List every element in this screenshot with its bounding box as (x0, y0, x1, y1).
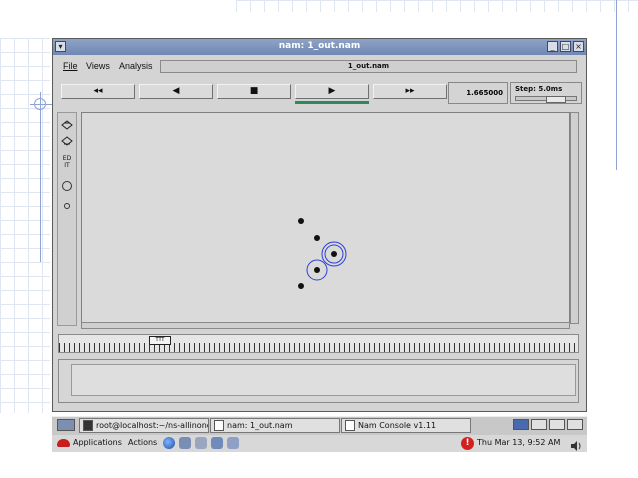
task-nam-label: nam: 1_out.nam (227, 421, 293, 430)
presentation-icon[interactable] (227, 437, 239, 449)
writer-icon[interactable] (195, 437, 207, 449)
menu-bar: File Views Analysis 1_out.nam (56, 58, 583, 75)
node-4[interactable] (298, 283, 304, 289)
node-3[interactable] (314, 267, 320, 273)
minimize-icon[interactable]: _ (547, 41, 558, 52)
workspace-2[interactable] (531, 419, 547, 430)
applications-menu[interactable]: Applications (73, 438, 122, 447)
vertical-scrollbar[interactable] (570, 112, 579, 324)
taskbar: root@localhost:~/ns-allinone- nam: 1_out… (52, 416, 587, 435)
node-0[interactable] (298, 218, 304, 224)
slide-line-left-vertical (40, 92, 41, 262)
terminal-icon (83, 420, 93, 431)
task-nam-window[interactable]: nam: 1_out.nam (210, 418, 340, 433)
small-circle-tool-icon[interactable] (60, 199, 74, 214)
menu-analysis[interactable]: Analysis (119, 61, 153, 71)
stop-button[interactable]: ■ (217, 84, 291, 99)
show-desktop-icon[interactable] (57, 419, 75, 431)
slide-line-right-vertical (616, 0, 617, 170)
workspace-1[interactable] (513, 419, 529, 430)
node-1[interactable] (314, 235, 320, 241)
menu-file[interactable]: File (63, 61, 78, 71)
time-display: 1.665000 (448, 82, 508, 104)
slide-grid-left (0, 38, 50, 413)
rewind-button[interactable]: ◀ (139, 84, 213, 99)
workspace-3[interactable] (549, 419, 565, 430)
play-button[interactable]: ▶ (295, 84, 369, 99)
nam-window: ▾ nam: 1_out.nam _ □ × File Views Analys… (52, 38, 587, 412)
step-label: Step: 5.0ms (515, 85, 563, 93)
file-name-display: 1_out.nam (160, 60, 577, 73)
spreadsheet-icon[interactable] (211, 437, 223, 449)
horizontal-scrollbar[interactable] (81, 322, 570, 329)
playback-toolbar: ◂◂ ◀ ■ ▶ ▸▸ 1.665000 Step: 5.0ms (56, 81, 583, 107)
zoom-in-icon[interactable] (60, 117, 74, 132)
bottom-panel: Applications Actions ! Thu Mar 13, 9:52 … (52, 435, 587, 452)
close-icon[interactable]: × (573, 41, 584, 52)
window-icon (345, 420, 355, 431)
clock[interactable]: Thu Mar 13, 9:52 AM (477, 438, 560, 447)
redhat-icon[interactable] (57, 439, 70, 447)
circle-tool-icon[interactable] (60, 179, 74, 194)
node-2[interactable] (331, 251, 337, 257)
alert-icon[interactable]: ! (461, 437, 474, 450)
step-slider-thumb[interactable] (546, 96, 566, 103)
task-nam-console[interactable]: Nam Console v1.11 (341, 418, 471, 433)
play-active-indicator (295, 101, 369, 104)
fast-rewind-button[interactable]: ◂◂ (61, 84, 135, 99)
annotation-panel (58, 359, 579, 403)
title-bar[interactable]: ▾ nam: 1_out.nam _ □ × (53, 39, 586, 55)
annotation-list[interactable] (71, 364, 576, 396)
edit-button[interactable]: EDIT (62, 155, 72, 170)
workspace-4[interactable] (567, 419, 583, 430)
network-topology (298, 218, 347, 289)
task-terminal[interactable]: root@localhost:~/ns-allinone- (79, 418, 209, 433)
volume-icon[interactable] (570, 437, 582, 451)
mail-icon[interactable] (179, 437, 191, 449)
network-canvas[interactable] (81, 112, 570, 324)
maximize-icon[interactable]: □ (560, 41, 571, 52)
menu-views[interactable]: Views (86, 61, 110, 71)
timeline-slider[interactable]: TTT (58, 334, 579, 353)
tool-palette: EDIT (57, 112, 77, 326)
browser-icon[interactable] (163, 437, 175, 449)
timeline-ticks-mask (59, 335, 578, 343)
window-title: nam: 1_out.nam (278, 41, 361, 51)
task-console-label: Nam Console v1.11 (358, 421, 437, 430)
slide-circle (34, 98, 46, 110)
step-control: Step: 5.0ms (510, 82, 582, 104)
step-slider[interactable] (515, 96, 577, 103)
zoom-out-icon[interactable] (60, 135, 74, 150)
task-terminal-label: root@localhost:~/ns-allinone- (96, 421, 209, 430)
window-icon (214, 420, 224, 431)
actions-menu[interactable]: Actions (128, 438, 157, 447)
fast-forward-button[interactable]: ▸▸ (373, 84, 447, 99)
slide-grid-top-right (236, 0, 638, 12)
timeline-marker[interactable]: TTT (149, 336, 171, 345)
